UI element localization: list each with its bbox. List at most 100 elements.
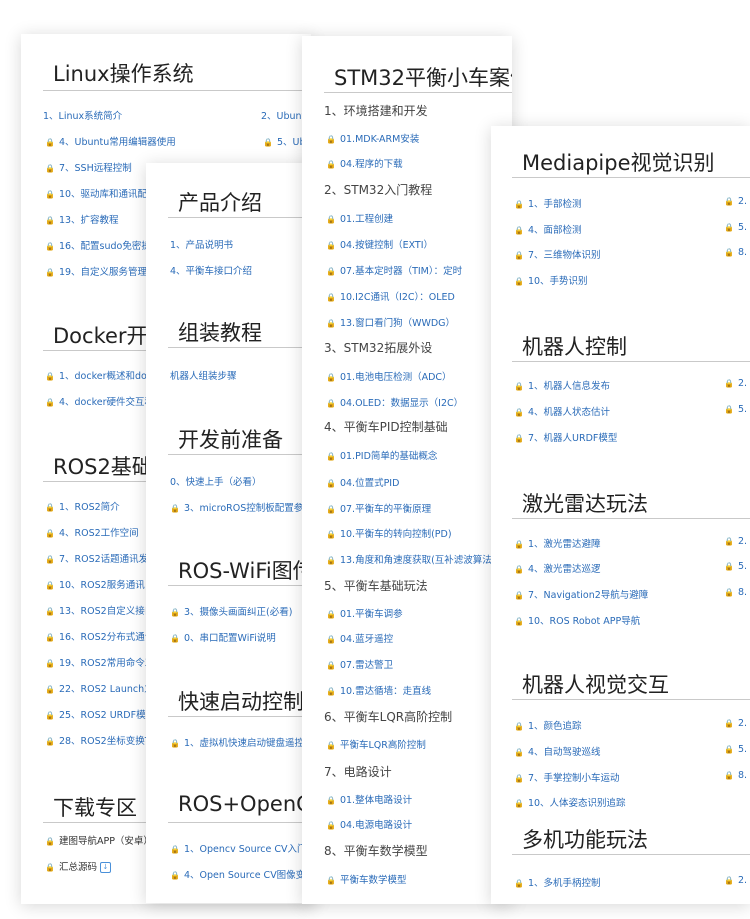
link-stm32-item[interactable]: 🔒 07.基本定时器（TIM）：定时 [326,263,462,277]
section-title-prep: 开发前准备 [178,428,283,452]
lock-icon: 🔒 [724,537,734,546]
link-stm32-item[interactable]: 🔒 10.平衡车的转向控制(PD) [326,526,452,540]
lock-icon: 🔒 [514,748,524,757]
link-quickstart-1[interactable]: 🔒 1、虚拟机快速启动键盘遥控 [170,735,304,749]
link-prep-0[interactable]: 0、快速上手（必看） [170,474,262,488]
link-product-1[interactable]: 1、产品说明书 [170,237,233,251]
link-ros2-4[interactable]: 🔒 4、ROS2工作空间 [45,525,139,539]
link-linux-19[interactable]: 🔒 19、自定义服务管理 [45,264,147,278]
link-lidar-1[interactable]: 🔒 1、激光雷达避障 [514,536,601,550]
link-linux-10[interactable]: 🔒 10、驱动库和通讯配 [45,186,147,200]
link-multi-1[interactable]: 🔒 1、多机手柄控制 [514,875,601,889]
link-rc-2[interactable]: 🔒 2. [724,378,747,389]
link-stm32-item[interactable]: 🔒 平衡车LQR高阶控制 [326,737,426,751]
lock-icon: 🔒 [724,562,734,571]
link-mp-7[interactable]: 🔒 7、三维物体识别 [514,247,601,261]
link-mp-10[interactable]: 🔒 10、手势识别 [514,273,588,287]
link-vision-2[interactable]: 🔒 2. [724,718,747,729]
link-vision-4[interactable]: 🔒 4、自动驾驶巡线 [514,744,601,758]
link-opencv-4[interactable]: 🔒 4、Open Source CV图像变化 [170,867,315,881]
link-roswifi-0[interactable]: 🔒 0、串口配置WiFi说明 [170,630,276,644]
link-stm32-item[interactable]: 🔒 平衡车数学模型 [326,872,406,886]
link-vision-8[interactable]: 🔒 8. [724,770,747,781]
link-mp-4[interactable]: 🔒 4、面部检测 [514,222,582,236]
link-mp-1[interactable]: 🔒 1、手部检测 [514,196,582,210]
link-linux-5[interactable]: 🔒 5、Ub [263,134,306,148]
lock-icon: 🔒 [45,837,55,846]
link-stm32-item[interactable]: 🔒 10.雷达循墙：走直线 [326,683,431,697]
link-ros2-1[interactable]: 🔒 1、ROS2简介 [45,499,120,513]
link-stm32-item[interactable]: 🔒 04.位置式PID [326,475,399,489]
lock-icon: 🔒 [326,135,336,144]
link-ros2-13[interactable]: 🔒 13、ROS2自定义接口 [45,603,154,617]
link-vision-1[interactable]: 🔒 1、颜色追踪 [514,718,582,732]
link-roswifi-3[interactable]: 🔒 3、摄像头画面纠正(必看) [170,604,292,618]
link-linux-1[interactable]: 1、Linux系统简介 [43,108,122,122]
link-rc-7[interactable]: 🔒 7、机器人URDF模型 [514,430,617,444]
link-stm32-item[interactable]: 🔒 04.OLED：数据显示（I2C） [326,395,463,409]
section-title-ros2: ROS2基础 [53,455,153,479]
link-linux-13[interactable]: 🔒 13、扩容教程 [45,212,119,226]
link-stm32-item[interactable]: 🔒 10.I2C通讯（I2C）：OLED [326,289,455,303]
link-stm32-item[interactable]: 🔒 07.平衡车的平衡原理 [326,501,431,515]
link-stm32-item[interactable]: 🔒 01.MDK-ARM安装 [326,131,419,145]
link-opencv-1[interactable]: 🔒 1、Opencv Source CV入门 [170,841,307,855]
link-ros2-16[interactable]: 🔒 16、ROS2分布式通讯 [45,629,154,643]
link-product-4[interactable]: 4、平衡车接口介绍 [170,263,252,277]
lock-icon: 🔒 [45,685,55,694]
link-vision-10[interactable]: 🔒 10、人体姿态识别追踪 [514,795,626,809]
link-download-app[interactable]: 🔒 建图导航APP（安卓） [45,833,153,847]
link-stm32-item[interactable]: 🔒 04.程序的下载 [326,156,403,170]
link-rc-5[interactable]: 🔒 5. [724,404,747,415]
link-mp-5[interactable]: 🔒 5. [724,222,747,233]
link-rc-1[interactable]: 🔒 1、机器人信息发布 [514,378,610,392]
link-lidar-2[interactable]: 🔒 2. [724,536,747,547]
lock-icon: 🔒 [263,138,273,147]
link-stm32-item[interactable]: 🔒 04.蓝牙遥控 [326,631,393,645]
link-stm32-item[interactable]: 🔒 04.按键控制（EXTI） [326,237,433,251]
link-stm32-item[interactable]: 🔒 04.电源电路设计 [326,817,412,831]
link-lidar-5[interactable]: 🔒 5. [724,561,747,572]
link-linux-7[interactable]: 🔒 7、SSH远程控制 [45,160,132,174]
link-stm32-item[interactable]: 🔒 13.角度和角速度获取(互补滤波算法 [326,552,492,566]
link-docker-1[interactable]: 🔒 1、docker概述和doc [45,368,152,382]
link-lidar-10[interactable]: 🔒 10、ROS Robot APP导航 [514,613,640,627]
link-linux-4[interactable]: 🔒 4、Ubuntu常用编辑器使用 [45,134,176,148]
link-stm32-item[interactable]: 🔒 01.平衡车调参 [326,606,403,620]
link-vision-5[interactable]: 🔒 5. [724,744,747,755]
link-assembly-1[interactable]: 机器人组装步骤 [170,368,237,382]
section-title-assembly: 组装教程 [178,321,262,345]
download-icon[interactable]: ↓ [99,862,111,873]
link-mp-8[interactable]: 🔒 8. [724,247,747,258]
link-ros2-10[interactable]: 🔒 10、ROS2服务通讯 [45,577,145,591]
link-lidar-7[interactable]: 🔒 7、Navigation2导航与避障 [514,587,648,601]
link-lidar-8[interactable]: 🔒 8. [724,587,747,598]
divider [324,92,512,93]
link-stm32-item[interactable]: 🔒 01.整体电路设计 [326,792,412,806]
link-prep-3[interactable]: 🔒 3、microROS控制板配置参数 [170,500,313,514]
link-stm32-item[interactable]: 🔒 07.雷达警卫 [326,657,393,671]
link-vision-7[interactable]: 🔒 7、手掌控制小车运动 [514,770,620,784]
link-multi-2[interactable]: 🔒 2. [724,875,747,886]
link-ros2-7[interactable]: 🔒 7、ROS2话题通讯发 [45,551,148,565]
link-docker-4[interactable]: 🔒 4、docker硬件交互和 [45,394,154,408]
link-stm32-item[interactable]: 🔒 01.PID简单的基础概念 [326,448,437,462]
link-linux-16[interactable]: 🔒 16、配置sudo免密操 [45,238,151,252]
link-lidar-4[interactable]: 🔒 4、激光雷达巡逻 [514,561,601,575]
link-rc-4[interactable]: 🔒 4、机器人状态估计 [514,404,610,418]
lock-icon: 🔒 [724,876,734,885]
link-stm32-item[interactable]: 🔒 01.工程创建 [326,211,393,225]
link-ros2-19[interactable]: 🔒 19、ROS2常用命令工 [45,655,154,669]
link-stm32-item[interactable]: 🔒 13.窗口看门狗（WWDG） [326,315,455,329]
lock-icon: 🔒 [45,555,55,564]
link-stm32-item[interactable]: 🔒 01.电池电压检测（ADC） [326,369,452,383]
divider [512,854,750,855]
link-ros2-25[interactable]: 🔒 25、ROS2 URDF模型 [45,707,155,721]
lock-icon: 🔒 [326,267,336,276]
link-ros2-22[interactable]: 🔒 22、ROS2 Launch之 [45,681,154,695]
link-mp-2[interactable]: 🔒 2. [724,196,747,207]
divider [512,699,750,700]
lock-icon: 🔒 [514,799,524,808]
link-download-source[interactable]: 🔒 汇总源码 ↓ [45,859,111,873]
link-ros2-28[interactable]: 🔒 28、ROS2坐标变换T [45,733,151,747]
